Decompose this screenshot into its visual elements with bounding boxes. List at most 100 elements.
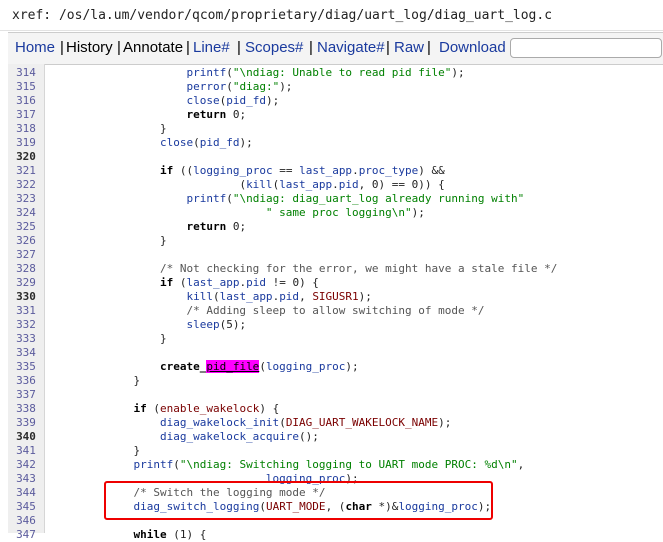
code-text: printf("\ndiag: Unable to read pid file"… xyxy=(54,66,464,80)
annotate-link[interactable]: Annotate xyxy=(123,39,183,56)
line-number-toggle[interactable]: Line# xyxy=(193,39,230,56)
code-token: return xyxy=(186,220,227,233)
nav-separator: | xyxy=(117,39,121,56)
line-number-link[interactable]: 315 xyxy=(8,80,44,94)
symbol-link[interactable]: printf xyxy=(133,458,173,471)
code-token: != 0) { xyxy=(265,276,319,289)
line-number-link[interactable]: 342 xyxy=(8,458,44,472)
line-number-link[interactable]: 338 xyxy=(8,402,44,416)
code-token: , 0) == 0)) { xyxy=(358,178,445,191)
symbol-link[interactable]: SIGUSR1 xyxy=(312,290,358,303)
symbol-link[interactable]: close xyxy=(160,136,193,149)
line-number-link[interactable]: 343 xyxy=(8,472,44,486)
line-number-link[interactable]: 344 xyxy=(8,486,44,500)
symbol-link[interactable]: last_app xyxy=(220,290,273,303)
symbol-link[interactable]: diag_wakelock_init xyxy=(160,416,279,429)
symbol-link[interactable]: kill xyxy=(186,290,213,303)
line-number-link[interactable]: 336 xyxy=(8,374,44,388)
line-number-link[interactable]: 320 xyxy=(8,150,44,164)
code-line: 334 xyxy=(8,346,663,360)
line-number-link[interactable]: 335 xyxy=(8,360,44,374)
scopes-toggle[interactable]: Scopes# xyxy=(245,39,303,56)
line-number-link[interactable]: 322 xyxy=(8,178,44,192)
symbol-link[interactable]: pid xyxy=(339,178,359,191)
line-number-link[interactable]: 321 xyxy=(8,164,44,178)
symbol-link[interactable]: last_app xyxy=(299,164,352,177)
search-input[interactable] xyxy=(510,38,662,58)
line-number-link[interactable]: 333 xyxy=(8,332,44,346)
code-line: 323 printf("\ndiag: diag_uart_log alread… xyxy=(8,192,663,206)
line-number-link[interactable]: 317 xyxy=(8,108,44,122)
symbol-link[interactable]: sleep xyxy=(186,318,219,331)
nav-separator: | xyxy=(386,39,390,56)
line-number-link[interactable]: 330 xyxy=(8,290,44,304)
symbol-link[interactable]: pid xyxy=(279,290,299,303)
symbol-link[interactable]: last_app xyxy=(186,276,239,289)
code-token: ( xyxy=(54,178,247,191)
line-number-link[interactable]: 323 xyxy=(8,192,44,206)
code-token: 0; xyxy=(226,108,247,121)
history-link[interactable]: History xyxy=(66,39,113,56)
line-number-link[interactable]: 341 xyxy=(8,444,44,458)
line-number-link[interactable]: 337 xyxy=(8,388,44,402)
line-number-link[interactable]: 319 xyxy=(8,136,44,150)
code-text: } xyxy=(54,332,167,346)
code-token: } xyxy=(54,332,167,345)
line-number-link[interactable]: 328 xyxy=(8,262,44,276)
line-number-link[interactable]: 325 xyxy=(8,220,44,234)
code-token: , xyxy=(517,458,525,471)
line-number-link[interactable]: 326 xyxy=(8,234,44,248)
code-token: /* Not checking for the error, we might … xyxy=(159,262,558,275)
navigate-toggle[interactable]: Navigate# xyxy=(317,39,385,56)
symbol-link[interactable]: last_app xyxy=(279,178,332,191)
home-link[interactable]: Home xyxy=(15,39,55,56)
line-number-link[interactable]: 345 xyxy=(8,500,44,514)
line-number-link[interactable]: 329 xyxy=(8,276,44,290)
line-number-link[interactable]: 339 xyxy=(8,416,44,430)
symbol-link[interactable]: kill xyxy=(246,178,273,191)
symbol-link[interactable]: diag_wakelock_acquire xyxy=(160,430,299,443)
code-line: 326 } xyxy=(8,234,663,248)
symbol-link[interactable]: close xyxy=(186,94,219,107)
code-text: return 0; xyxy=(54,220,246,234)
code-token: 0; xyxy=(226,220,247,233)
code-token: "\ndiag: Unable to read pid file" xyxy=(232,66,452,79)
line-number-link[interactable]: 331 xyxy=(8,304,44,318)
symbol-link[interactable]: printf xyxy=(186,192,226,205)
line-number-link[interactable]: 346 xyxy=(8,514,44,528)
symbol-link[interactable]: pid_fd xyxy=(200,136,240,149)
code-text: /* Adding sleep to allow switching of mo… xyxy=(54,304,484,318)
download-link[interactable]: Download xyxy=(439,39,506,56)
code-line: 340 diag_wakelock_acquire(); xyxy=(8,430,663,444)
line-number-link[interactable]: 314 xyxy=(8,66,44,80)
symbol-link[interactable]: pid_fd xyxy=(226,94,266,107)
code-token: , xyxy=(299,290,313,303)
line-number-link[interactable]: 316 xyxy=(8,94,44,108)
symbol-link[interactable]: logging_proc xyxy=(193,164,272,177)
line-number-link[interactable]: 347 xyxy=(8,528,44,542)
symbol-link[interactable]: perror xyxy=(186,80,226,93)
symbol-link[interactable]: proc_type xyxy=(359,164,419,177)
symbol-link[interactable]: DIAG_UART_WAKELOCK_NAME xyxy=(286,416,438,429)
line-number-link[interactable]: 324 xyxy=(8,206,44,220)
symbol-link[interactable]: pid xyxy=(246,276,266,289)
line-number-link[interactable]: 340 xyxy=(8,430,44,444)
code-text: " same proc logging\n"); xyxy=(54,206,425,220)
code-token: "\ndiag: Switching logging to UART mode … xyxy=(179,458,518,471)
symbol-link[interactable]: printf xyxy=(186,66,226,79)
code-token: ( xyxy=(146,402,160,415)
symbol-link[interactable]: enable_wakelock xyxy=(160,402,259,415)
symbol-link[interactable]: pid_file xyxy=(206,360,260,373)
raw-link[interactable]: Raw xyxy=(394,39,424,56)
line-number-link[interactable]: 327 xyxy=(8,248,44,262)
code-token: ( xyxy=(212,290,220,303)
code-line: 330 kill(last_app.pid, SIGUSR1); xyxy=(8,290,663,304)
line-number-link[interactable]: 318 xyxy=(8,122,44,136)
line-number-link[interactable]: 334 xyxy=(8,346,44,360)
line-number-link[interactable]: 332 xyxy=(8,318,44,332)
symbol-link[interactable]: logging_proc xyxy=(266,360,345,373)
